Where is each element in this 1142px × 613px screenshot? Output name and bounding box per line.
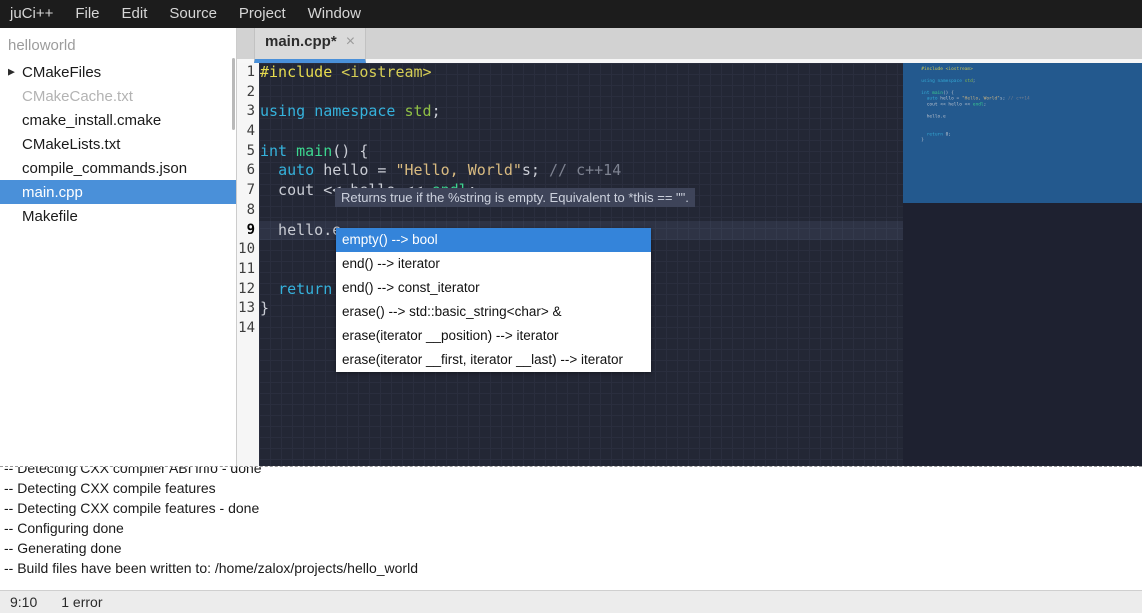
line-number: 6 xyxy=(237,161,259,181)
doc-tooltip: Returns true if the %string is empty. Eq… xyxy=(335,188,695,207)
code-line-1: #include <iostream> xyxy=(259,63,903,83)
autocomplete-popup: empty() --> boolend() --> iteratorend() … xyxy=(336,228,651,372)
file-label: CMakeCache.txt xyxy=(22,88,133,105)
sidebar-item-cmakecache-txt[interactable]: CMakeCache.txt xyxy=(0,84,236,108)
code-line-4 xyxy=(259,122,903,142)
completion-item[interactable]: erase(iterator __first, iterator __last)… xyxy=(336,348,651,372)
completion-item[interactable]: end() --> iterator xyxy=(336,252,651,276)
output-line: -- Configuring done xyxy=(4,518,1142,538)
file-label: cmake_install.cmake xyxy=(22,112,161,129)
line-number: 12 xyxy=(237,280,259,300)
tab-bar: main.cpp* × xyxy=(237,28,1142,63)
line-number: 14 xyxy=(237,319,259,339)
status-bar: 9:10 1 error xyxy=(0,590,1142,613)
menu-item-project[interactable]: Project xyxy=(228,0,297,28)
completion-item[interactable]: erase() --> std::basic_string<char> & xyxy=(336,300,651,324)
sidebar-item-makefile[interactable]: Makefile xyxy=(0,204,236,228)
code-line-14 xyxy=(921,143,1114,149)
sidebar-scrollbar[interactable] xyxy=(232,58,235,130)
output-line: -- Detecting CXX compiler ABI info - don… xyxy=(4,466,1142,478)
line-number: 2 xyxy=(237,83,259,103)
output-line: -- Detecting CXX compile features xyxy=(4,478,1142,498)
code-line-3: using namespace std; xyxy=(259,102,903,122)
sidebar-item-cmake-install-cmake[interactable]: cmake_install.cmake xyxy=(0,108,236,132)
completion-item[interactable]: end() --> const_iterator xyxy=(336,276,651,300)
file-label: CMakeLists.txt xyxy=(22,136,120,153)
line-number: 5 xyxy=(237,142,259,162)
minimap-code: #include <iostream>using namespace std;i… xyxy=(921,66,1114,149)
line-number: 3 xyxy=(237,102,259,122)
menu-bar: juCi++FileEditSourceProjectWindow xyxy=(0,0,1142,28)
editor: 1234567891011121314 #include <iostream>u… xyxy=(237,63,1142,466)
file-label: main.cpp xyxy=(22,184,83,201)
sidebar-item-cmakefiles[interactable]: ▶ CMakeFiles xyxy=(0,60,236,84)
line-number: 8 xyxy=(237,201,259,221)
menu-item-window[interactable]: Window xyxy=(297,0,372,28)
code-line-5: int main() { xyxy=(259,142,903,162)
close-icon[interactable]: × xyxy=(346,34,355,50)
build-output: -- Detecting CXX compiler ABI info - don… xyxy=(0,466,1142,590)
code-line-6: auto hello = "Hello, World"s; // c++14 xyxy=(259,161,903,181)
error-count: 1 error xyxy=(61,594,102,610)
sidebar-item-main-cpp[interactable]: main.cpp xyxy=(0,180,236,204)
file-label: Makefile xyxy=(22,208,78,225)
sidebar-item-compile-commands-json[interactable]: compile_commands.json xyxy=(0,156,236,180)
code-line-2 xyxy=(259,83,903,103)
cursor-position: 9:10 xyxy=(10,594,37,610)
expander-icon[interactable]: ▶ xyxy=(8,67,15,78)
line-number: 1 xyxy=(237,63,259,83)
tab-main-cpp[interactable]: main.cpp* × xyxy=(254,28,366,63)
minimap[interactable]: #include <iostream>using namespace std;i… xyxy=(903,63,1142,466)
line-number: 9 xyxy=(237,221,259,241)
menu-item-juci-[interactable]: juCi++ xyxy=(0,0,64,28)
line-number: 4 xyxy=(237,122,259,142)
sidebar: helloworld ▶ CMakeFiles CMakeCache.txt cmak… xyxy=(0,28,237,466)
line-number: 10 xyxy=(237,240,259,260)
menu-item-file[interactable]: File xyxy=(64,0,110,28)
project-name: helloworld xyxy=(0,28,236,60)
menu-item-source[interactable]: Source xyxy=(158,0,228,28)
completion-item[interactable]: erase(iterator __position) --> iterator xyxy=(336,324,651,348)
tab-label: main.cpp* xyxy=(265,33,337,50)
completion-item[interactable]: empty() --> bool xyxy=(336,228,651,252)
line-number-gutter: 1234567891011121314 xyxy=(237,63,259,466)
output-line: -- Detecting CXX compile features - done xyxy=(4,498,1142,518)
line-number: 11 xyxy=(237,260,259,280)
line-number: 13 xyxy=(237,299,259,319)
sidebar-item-cmakelists-txt[interactable]: CMakeLists.txt xyxy=(0,132,236,156)
output-line: -- Generating done xyxy=(4,538,1142,558)
line-number: 7 xyxy=(237,181,259,201)
file-tree: ▶ CMakeFiles CMakeCache.txt cmake_install.c… xyxy=(0,60,236,228)
output-line: -- Build files have been written to: /ho… xyxy=(4,558,1142,578)
file-label: compile_commands.json xyxy=(22,160,187,177)
menu-item-edit[interactable]: Edit xyxy=(111,0,159,28)
file-label: CMakeFiles xyxy=(22,64,101,81)
